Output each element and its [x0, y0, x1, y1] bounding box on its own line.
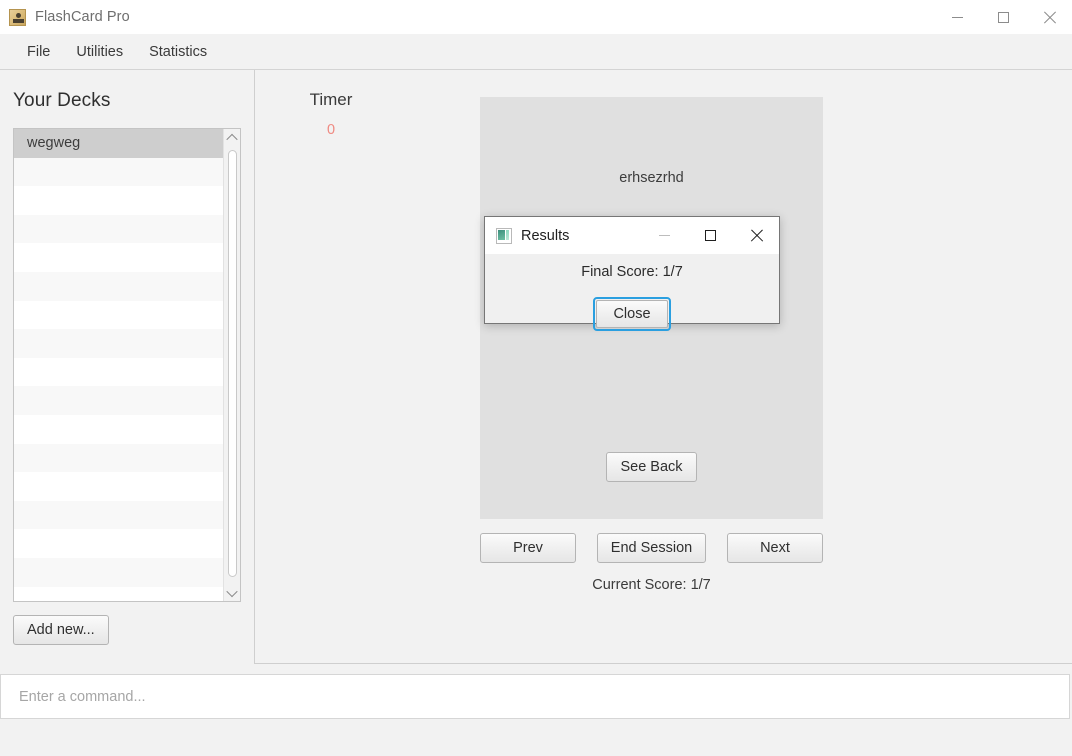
dialog-title: Results: [521, 227, 570, 244]
command-input[interactable]: [0, 674, 1070, 719]
chevron-down-icon: [226, 585, 238, 597]
current-score-label: Current Score: 1/7: [592, 577, 711, 593]
application-window: FlashCard Pro File Utilities Statistics …: [0, 0, 1072, 756]
list-item[interactable]: [14, 386, 223, 415]
titlebar-left-group: FlashCard Pro: [0, 8, 130, 26]
flashcard-front-text: erhsezrhd: [619, 170, 684, 186]
menu-item-utilities[interactable]: Utilities: [65, 41, 134, 63]
close-button-focus-ring: Close: [593, 297, 671, 331]
minimize-icon: [951, 16, 963, 18]
dialog-close-button[interactable]: [733, 217, 779, 254]
list-item[interactable]: [14, 329, 223, 358]
window-title: FlashCard Pro: [35, 9, 130, 25]
list-item[interactable]: [14, 357, 223, 387]
window-titlebar: FlashCard Pro: [0, 0, 1072, 34]
maximize-icon: [704, 230, 716, 241]
dialog-minimize-button: [641, 217, 687, 254]
app-person-icon: [9, 8, 26, 26]
menu-item-file[interactable]: File: [16, 41, 61, 63]
close-icon: [750, 229, 763, 242]
next-button[interactable]: Next: [726, 533, 823, 563]
list-item[interactable]: [14, 557, 223, 587]
maximize-icon: [997, 11, 1009, 23]
list-item[interactable]: [14, 500, 223, 530]
list-item[interactable]: [14, 157, 223, 187]
list-item[interactable]: [14, 529, 223, 558]
add-new-container: Add new...: [13, 615, 241, 645]
timer-value: 0: [326, 122, 336, 138]
window-controls: [934, 0, 1072, 34]
list-item[interactable]: [14, 443, 223, 473]
deck-list-scrollbar[interactable]: [223, 129, 240, 601]
decks-sidebar: Your Decks wegweg Add new...: [0, 70, 255, 664]
scrollbar-thumb[interactable]: [228, 150, 237, 577]
dialog-body: Final Score: 1/7 Close: [485, 255, 779, 331]
dialog-maximize-button[interactable]: [687, 217, 733, 254]
scrollbar-up-button[interactable]: [224, 129, 240, 146]
minimize-icon: [658, 235, 670, 236]
menu-item-statistics[interactable]: Statistics: [138, 41, 218, 63]
menubar: File Utilities Statistics: [0, 34, 1072, 70]
see-back-button[interactable]: See Back: [606, 452, 697, 482]
deck-rows: wegweg: [14, 129, 223, 601]
main-content: Timer 0 erhsezrhd See Back Prev End Sess…: [255, 70, 1072, 664]
final-score-message: Final Score: 1/7: [581, 264, 683, 280]
chevron-up-icon: [226, 133, 238, 145]
list-item[interactable]: [14, 472, 223, 501]
sidebar-title: Your Decks: [13, 90, 111, 111]
scrollbar-down-button[interactable]: [224, 584, 240, 601]
close-icon: [1043, 11, 1056, 24]
add-new-button[interactable]: Add new...: [13, 615, 109, 645]
see-back-container: See Back: [480, 452, 823, 482]
list-item[interactable]: [14, 214, 223, 244]
timer-label: Timer: [309, 90, 353, 109]
window-close-button[interactable]: [1026, 0, 1072, 34]
dialog-titlebar: Results: [485, 217, 779, 255]
window-minimize-button[interactable]: [934, 0, 980, 34]
prev-button[interactable]: Prev: [480, 533, 576, 563]
dialog-close-action-button[interactable]: Close: [596, 300, 668, 328]
body-split: Your Decks wegweg Add new... Timer 0 erh…: [0, 70, 1072, 664]
list-item[interactable]: wegweg: [14, 129, 223, 158]
dialog-button-container: Close: [485, 297, 779, 331]
list-item[interactable]: [14, 300, 223, 330]
scrollbar-track[interactable]: [224, 146, 240, 584]
list-item[interactable]: [14, 271, 223, 301]
deck-listbox[interactable]: wegweg: [13, 128, 241, 602]
dialog-window-controls: [641, 217, 779, 254]
navigation-buttons: Prev End Session Next: [480, 533, 823, 563]
window-maximize-button[interactable]: [980, 0, 1026, 34]
end-session-button[interactable]: End Session: [596, 533, 707, 563]
command-bar: [0, 664, 1072, 756]
results-dialog: Results Final Score: 1/7 Close: [484, 216, 780, 331]
timer-block: Timer 0: [289, 90, 373, 138]
list-item[interactable]: [14, 243, 223, 272]
list-item[interactable]: [14, 186, 223, 215]
list-item[interactable]: [14, 414, 223, 444]
results-window-icon: [496, 227, 512, 244]
